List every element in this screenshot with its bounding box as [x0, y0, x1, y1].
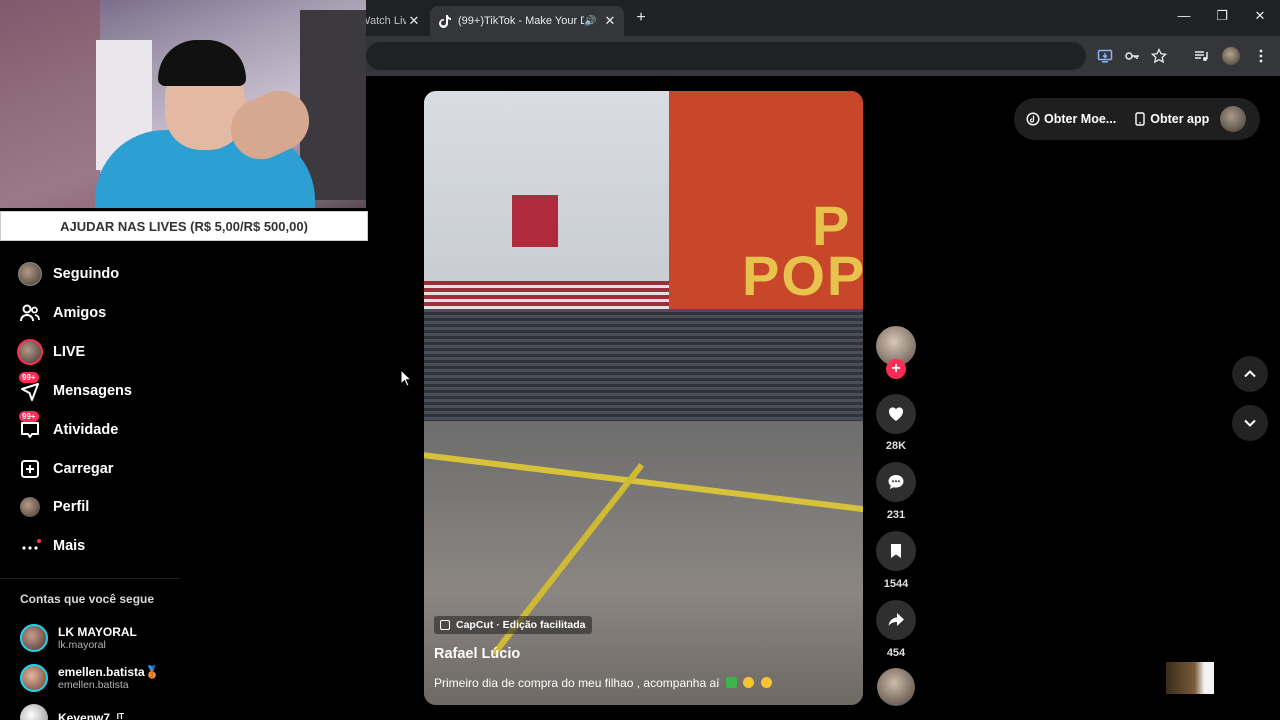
live-icon: [17, 339, 43, 365]
followed-account[interactable]: Kevenw7_ᴵᵀ: [20, 701, 124, 720]
account-avatar: [20, 704, 48, 720]
next-video-button[interactable]: [1232, 405, 1268, 441]
chevron-up-icon: [1244, 370, 1256, 378]
media-control-icon[interactable]: [1191, 46, 1211, 66]
activity-icon: 99+: [17, 411, 43, 443]
sidebar-item-label: Atividade: [53, 422, 119, 438]
menu-kebab-icon[interactable]: [1251, 46, 1271, 66]
avatar-icon: [17, 261, 43, 287]
tab-title: Watch Live: [360, 15, 406, 27]
close-tab-icon[interactable]: ✕: [602, 13, 618, 29]
sidebar-item-label: Amigos: [53, 305, 107, 321]
following-section-title: Contas que você segue: [20, 592, 155, 606]
get-coins-label: Obter Moe...: [1044, 112, 1117, 126]
laughing-emoji-icon: [743, 677, 755, 688]
sidebar-item-label: Mais: [53, 538, 86, 554]
sidebar-item-label: LIVE: [53, 344, 86, 360]
notification-badge: 99+: [19, 372, 39, 383]
mouse-cursor-icon: [400, 369, 412, 387]
bookmark-star-icon[interactable]: [1149, 46, 1169, 66]
heart-icon: [888, 407, 904, 421]
comment-count: 231: [886, 509, 906, 521]
sidebar-item-label: Perfil: [53, 499, 90, 515]
save-button[interactable]: [876, 531, 916, 571]
sidebar-item-mensagens[interactable]: 99+ Mensagens: [17, 372, 132, 406]
top-actions-pill: Obter Moe... Obter app: [1014, 98, 1260, 140]
restore-button[interactable]: ❐: [1212, 8, 1232, 24]
account-handle: emellen.batista: [58, 678, 129, 691]
sidebar-item-mais[interactable]: Mais: [17, 531, 85, 561]
profile-icon: [17, 494, 43, 520]
chevron-down-icon: [1244, 419, 1256, 427]
tab-tiktok[interactable]: (99+)TikTok - Make Your Day 🔊 ✕: [430, 6, 624, 36]
like-count: 28K: [885, 440, 907, 452]
friends-icon: [17, 300, 43, 326]
get-coins-button[interactable]: Obter Moe...: [1026, 112, 1116, 126]
share-icon: [888, 613, 904, 626]
account-avatar: [20, 624, 48, 652]
sidebar-divider: [0, 578, 180, 579]
laughing-emoji-icon: [760, 677, 772, 688]
bookmark-icon: [891, 544, 901, 558]
comment-button[interactable]: [876, 462, 916, 502]
donation-banner: AJUDAR NAS LIVES (R$ 5,00/R$ 500,00): [0, 211, 368, 241]
address-bar[interactable]: [366, 42, 1086, 70]
messages-icon: 99+: [17, 372, 43, 404]
sidebar-item-label: Mensagens: [53, 383, 132, 399]
check-emoji-icon: [725, 677, 737, 688]
close-window-button[interactable]: ✕: [1250, 8, 1270, 24]
account-name: LK MAYORAL: [58, 624, 137, 639]
tab-title: (99+)TikTok - Make Your Day: [458, 15, 584, 27]
upload-icon: [17, 456, 43, 482]
capcut-tag[interactable]: CapCut · Edição facilitada: [434, 616, 592, 634]
profile-avatar-icon[interactable]: [1221, 46, 1241, 66]
followed-account[interactable]: LK MAYORAL lk.mayoral: [20, 621, 137, 655]
video-sign-text: P POP: [742, 194, 863, 307]
account-avatar: [20, 664, 48, 692]
sidebar-item-label: Seguindo: [53, 266, 120, 282]
like-button[interactable]: [876, 394, 916, 434]
close-tab-icon[interactable]: ✕: [406, 13, 422, 29]
coin-icon: [1026, 112, 1040, 126]
sidebar-item-atividade[interactable]: 99+ Atividade: [17, 411, 119, 445]
account-name: emellen.batista🥉: [58, 664, 160, 679]
new-tab-button[interactable]: +: [632, 9, 650, 27]
sidebar-item-amigos[interactable]: Amigos: [17, 298, 106, 328]
get-app-label: Obter app: [1150, 112, 1210, 126]
account-handle: lk.mayoral: [58, 638, 106, 651]
minimize-button[interactable]: —: [1174, 8, 1194, 23]
save-count: 1544: [883, 578, 909, 590]
sidebar-item-live[interactable]: LIVE: [17, 337, 85, 367]
music-disc-avatar[interactable]: [877, 668, 915, 706]
install-app-icon[interactable]: [1095, 46, 1115, 66]
follow-plus-icon[interactable]: +: [886, 359, 906, 379]
video-caption: Primeiro dia de compra do meu filhao , a…: [434, 676, 772, 690]
mini-preview-thumbnail[interactable]: [1166, 662, 1214, 694]
capcut-icon: [440, 620, 450, 630]
account-name: Kevenw7_ᴵᵀ: [58, 711, 125, 720]
video-author[interactable]: Rafael Lúcio: [434, 646, 520, 662]
key-icon[interactable]: [1122, 46, 1142, 66]
sidebar-item-carregar[interactable]: Carregar: [17, 454, 113, 484]
sidebar-item-perfil[interactable]: Perfil: [17, 492, 89, 522]
get-app-button[interactable]: Obter app: [1134, 112, 1209, 126]
speaker-icon[interactable]: 🔊: [584, 16, 598, 27]
tiktok-icon: [439, 15, 451, 28]
share-button[interactable]: [876, 600, 916, 640]
share-count: 454: [886, 647, 906, 659]
previous-video-button[interactable]: [1232, 356, 1268, 392]
caption-text: Primeiro dia de compra do meu filhao , a…: [434, 676, 720, 690]
more-icon: [17, 533, 43, 559]
video-player[interactable]: P POP: [424, 91, 863, 705]
webcam-overlay: [0, 0, 366, 208]
phone-icon: [1135, 112, 1145, 126]
notification-badge: 99+: [19, 411, 39, 422]
sidebar-item-seguindo[interactable]: Seguindo: [17, 259, 119, 289]
followed-account[interactable]: emellen.batista🥉 emellen.batista: [20, 661, 160, 695]
capcut-label: CapCut · Edição facilitada: [456, 619, 586, 631]
user-avatar[interactable]: [1220, 106, 1246, 132]
sidebar-item-label: Carregar: [53, 461, 114, 477]
comment-icon: [888, 475, 904, 489]
